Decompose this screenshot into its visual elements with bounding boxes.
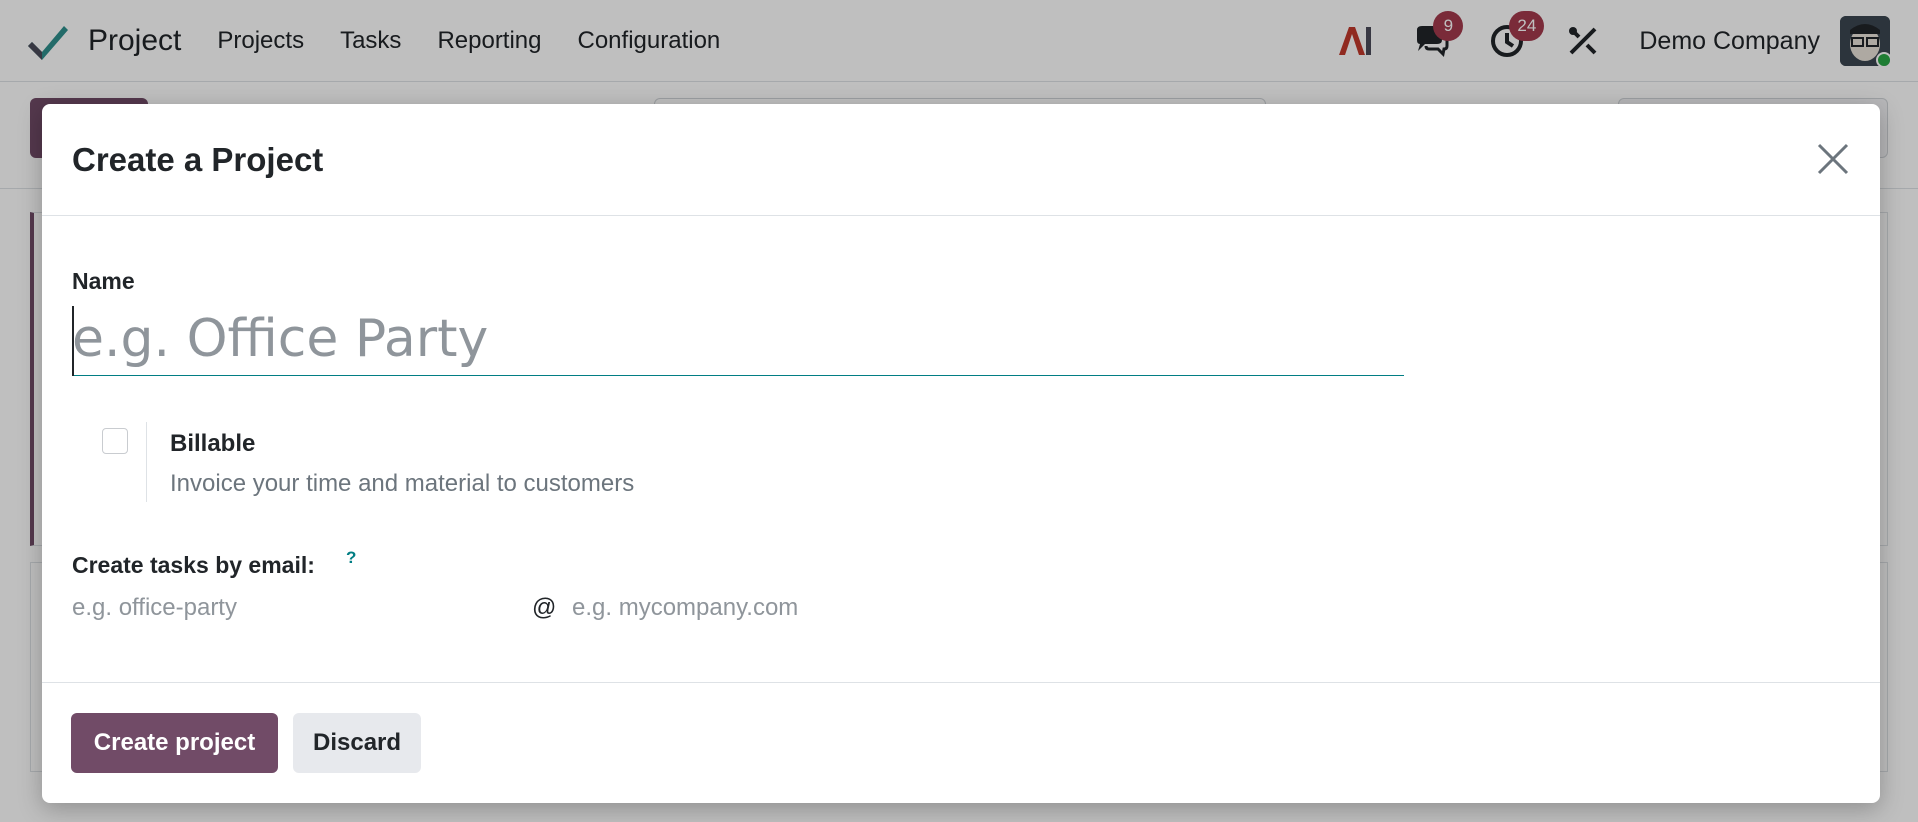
alias-name-input[interactable] xyxy=(72,588,522,628)
alias-domain-input[interactable] xyxy=(572,588,1032,628)
create-project-dialog: Create a Project Name Billable Invoice y… xyxy=(42,104,1880,803)
close-icon[interactable] xyxy=(1816,142,1850,176)
name-label: Name xyxy=(72,268,135,294)
billable-divider xyxy=(146,422,147,502)
create-project-button[interactable]: Create project xyxy=(71,713,278,773)
at-sign: @ xyxy=(532,594,557,621)
billable-description: Invoice your time and material to custom… xyxy=(170,470,635,497)
project-name-input[interactable] xyxy=(72,302,1404,376)
billable-label[interactable]: Billable xyxy=(170,430,255,458)
dialog-header: Create a Project xyxy=(42,104,1880,216)
text-caret xyxy=(72,306,74,376)
discard-button[interactable]: Discard xyxy=(293,713,421,773)
dialog-title: Create a Project xyxy=(72,140,324,178)
dialog-footer: Create project Discard xyxy=(42,682,1880,803)
help-tooltip-icon[interactable]: ? xyxy=(346,548,356,568)
billable-checkbox[interactable] xyxy=(102,428,128,454)
email-alias-label: Create tasks by email: xyxy=(72,552,315,578)
